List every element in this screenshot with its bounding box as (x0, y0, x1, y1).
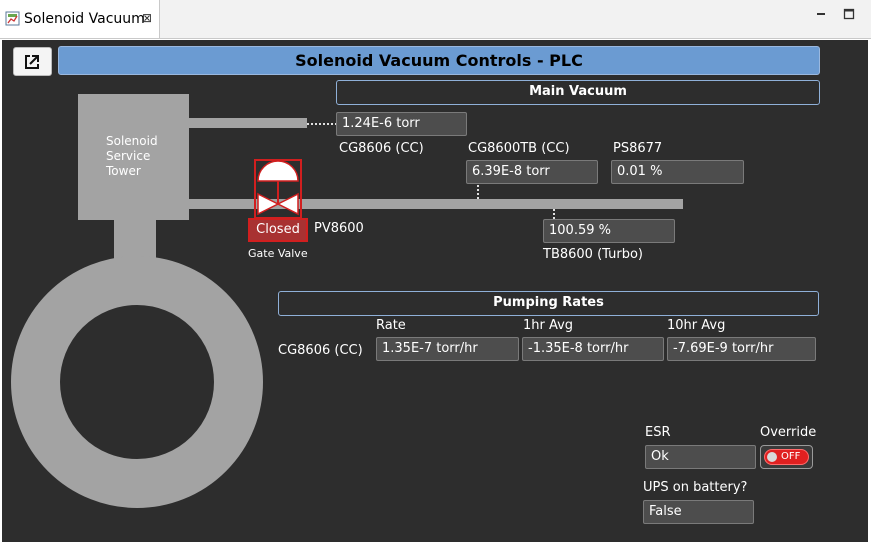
service-tower-label: Solenoid Service Tower (106, 134, 158, 179)
tower-label-line: Service (106, 149, 151, 163)
ups-label: UPS on battery? (643, 480, 748, 495)
tb8600-label: TB8600 (Turbo) (543, 247, 643, 262)
ps8677-label: PS8677 (613, 141, 663, 156)
override-label: Override (760, 425, 817, 440)
close-icon[interactable]: ⊠ (142, 11, 152, 25)
gate-valve-state[interactable]: Closed (248, 218, 308, 242)
upper-pipe (189, 118, 307, 128)
toggle-knob (767, 452, 777, 462)
tower-label-line: Tower (106, 164, 141, 178)
gate-valve-id: PV8600 (314, 221, 364, 236)
pumping-rates-header: Pumping Rates (278, 291, 819, 316)
tab-bar: Solenoid Vacuum ⊠ (0, 0, 871, 39)
col-header-1hr: 1hr Avg (523, 318, 574, 333)
esr-label: ESR (645, 425, 671, 440)
col-header-rate: Rate (376, 318, 406, 333)
pumping-1hr-avg-value: -1.35E-8 torr/hr (522, 337, 664, 361)
connector-dots (477, 185, 479, 199)
cg8606-pressure: 1.24E-6 torr (336, 112, 467, 136)
main-vacuum-header: Main Vacuum (336, 80, 820, 105)
gate-valve-caption: Gate Valve (248, 247, 308, 260)
override-toggle[interactable]: OFF (760, 445, 813, 469)
cg8600tb-pressure: 6.39E-8 torr (466, 160, 598, 184)
cg8600tb-label: CG8600TB (CC) (468, 141, 570, 156)
display-icon (5, 11, 20, 26)
ps8677-value: 0.01 % (611, 160, 744, 184)
main-panel: Solenoid Vacuum Controls - PLC Solenoid … (2, 40, 868, 542)
external-link-icon (25, 55, 39, 69)
col-header-10hr: 10hr Avg (667, 318, 726, 333)
pumping-row-label: CG8606 (CC) (278, 343, 363, 358)
tab-solenoid-vacuum[interactable]: Solenoid Vacuum ⊠ (0, 0, 160, 38)
pumping-10hr-avg-value: -7.69E-9 torr/hr (667, 337, 816, 361)
gate-valve-icon[interactable] (254, 159, 302, 219)
connector-dots (307, 123, 337, 125)
solenoid-ring (11, 256, 263, 508)
page-title: Solenoid Vacuum Controls - PLC (58, 46, 820, 75)
cg8606-label: CG8606 (CC) (339, 141, 424, 156)
ups-value: False (643, 500, 754, 524)
connector-dots (553, 209, 555, 219)
maximize-icon[interactable] (843, 8, 855, 20)
esr-value: Ok (645, 445, 756, 469)
override-toggle-track: OFF (764, 449, 809, 465)
override-toggle-text: OFF (781, 451, 801, 462)
pumping-rate-value: 1.35E-7 torr/hr (376, 337, 519, 361)
minimize-icon[interactable] (815, 8, 827, 20)
popout-button[interactable] (13, 47, 52, 76)
tower-label-line: Solenoid (106, 134, 158, 148)
tab-title: Solenoid Vacuum (24, 11, 145, 27)
tb8600-value: 100.59 % (543, 219, 675, 243)
